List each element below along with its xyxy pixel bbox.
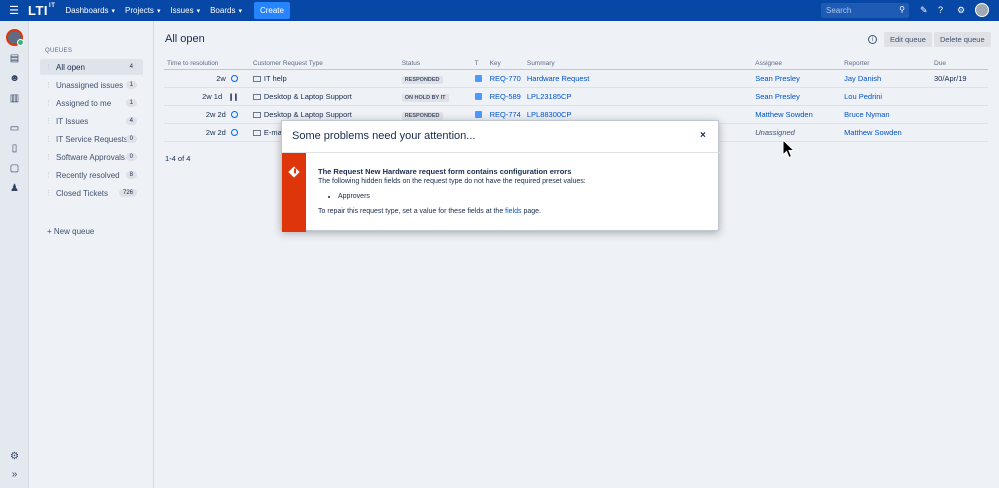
dialog-body: The Request New Hardware request form co… <box>318 167 713 215</box>
close-icon[interactable]: × <box>700 130 706 141</box>
field-list: Approvers <box>318 193 713 200</box>
dialog-header: Some problems need your attention... × <box>282 121 720 153</box>
error-description: The following hidden fields on the reque… <box>318 178 586 185</box>
repair-suffix: page. <box>521 208 541 215</box>
error-sidebar <box>282 153 306 232</box>
error-icon <box>288 166 300 178</box>
error-dialog: Some problems need your attention... × T… <box>281 120 720 232</box>
field-item: Approvers <box>338 193 713 200</box>
error-title: The Request New Hardware request form co… <box>318 167 572 176</box>
dialog-title: Some problems need your attention... <box>292 130 476 142</box>
repair-instructions: To repair this request type, set a value… <box>318 208 713 215</box>
modal-overlay <box>0 0 999 488</box>
fields-link[interactable]: fields <box>505 208 521 215</box>
repair-prefix: To repair this request type, set a value… <box>318 208 506 215</box>
cursor-arrow-icon <box>782 139 796 159</box>
